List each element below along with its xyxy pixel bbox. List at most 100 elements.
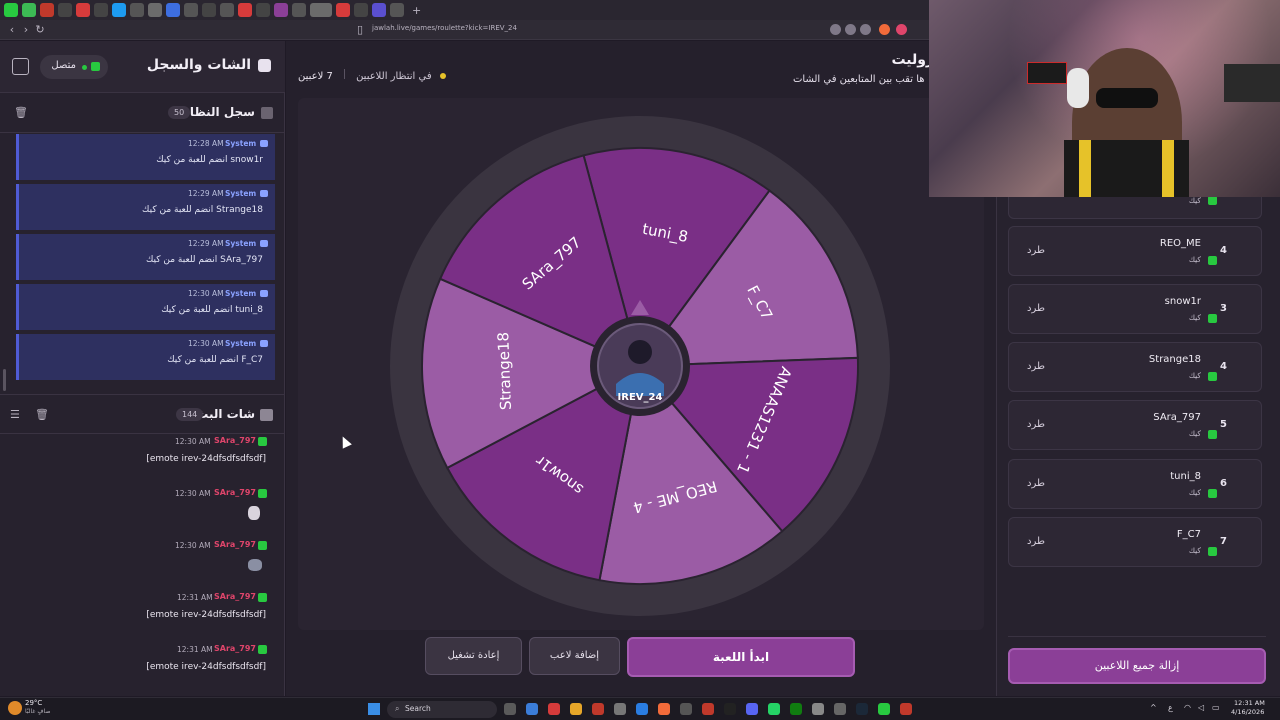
tab-favicon-icon[interactable] (58, 3, 72, 17)
app-icon[interactable] (636, 703, 648, 715)
message-username[interactable]: SAra_797 (214, 436, 256, 445)
player-name: Strange18 (1148, 354, 1201, 365)
tab-favicon-icon[interactable] (274, 3, 288, 17)
collapse-panel-icon[interactable] (12, 58, 29, 75)
kick-icon (258, 645, 267, 654)
app-icon[interactable] (614, 703, 626, 715)
emote-image (248, 506, 260, 520)
brave-shield-icon[interactable] (879, 24, 890, 35)
share-icon[interactable] (860, 24, 871, 35)
tab-favicon-icon[interactable] (220, 3, 234, 17)
scrollbar[interactable] (3, 369, 6, 391)
stream-chat-title: شات البث (196, 407, 255, 421)
kick-player-button[interactable]: طرد (1027, 536, 1045, 547)
tab-favicon-icon[interactable] (372, 3, 386, 17)
status-dot-icon (439, 73, 446, 79)
message-sender: System (225, 189, 257, 198)
weather-temp: 29°C (25, 699, 43, 707)
active-tab[interactable] (310, 3, 332, 17)
brave-rewards-icon[interactable] (896, 24, 907, 35)
whatsapp-icon[interactable] (768, 703, 780, 715)
start-game-button[interactable]: ابدأ اللعبة (627, 637, 855, 677)
tab-favicon-icon[interactable] (256, 3, 270, 17)
tab-favicon-icon[interactable] (148, 3, 162, 17)
xbox-icon[interactable] (790, 703, 802, 715)
tab-favicon-icon[interactable] (354, 3, 368, 17)
bookmark-icon[interactable]: ▯ (352, 22, 368, 38)
kick-icon (258, 593, 267, 602)
weather-icon[interactable] (8, 701, 22, 715)
add-player-button[interactable]: إضافة لاعب (529, 637, 620, 675)
message-text: F_C7 انضم للعبة من كيك (167, 355, 263, 365)
tab-favicon-icon[interactable] (238, 3, 252, 17)
chevron-up-icon[interactable]: ^ (1150, 703, 1157, 712)
chat-message: 12:30 AM SAra_797 (0, 539, 285, 589)
app-icon[interactable] (592, 703, 604, 715)
message-time: 12:30 AM (175, 437, 211, 446)
tab-favicon-icon[interactable] (202, 3, 216, 17)
clock-time[interactable]: 12:31 AM (1234, 699, 1265, 707)
translate-icon[interactable] (830, 24, 841, 35)
steam-icon[interactable] (856, 703, 868, 715)
tab-favicon-icon[interactable] (22, 3, 36, 17)
roulette-wheel[interactable]: tuni_8F_C7ANAAS1231 - 1REO_ME - 4snow1rS… (388, 114, 892, 618)
volume-icon[interactable]: ◁ (1198, 703, 1204, 712)
message-username[interactable]: SAra_797 (214, 540, 256, 549)
kick-player-button[interactable]: طرد (1027, 245, 1045, 256)
message-time: 12:29 AM (188, 189, 224, 198)
message-username[interactable]: SAra_797 (214, 644, 256, 653)
start-icon[interactable] (368, 703, 380, 715)
tab-favicon-icon[interactable] (112, 3, 126, 17)
url-field[interactable]: jawlah.live/games/roulette?kick=IREV_24 (372, 24, 517, 32)
battery-icon[interactable]: ▭ (1212, 703, 1220, 712)
tab-favicon-icon[interactable] (184, 3, 198, 17)
restart-button[interactable]: إعادة تشغيل (425, 637, 522, 675)
app-icon[interactable] (834, 703, 846, 715)
file-explorer-icon[interactable] (570, 703, 582, 715)
kick-icon (1208, 314, 1217, 323)
tab-favicon-icon[interactable] (40, 3, 54, 17)
kick-player-button[interactable]: طرد (1027, 419, 1045, 430)
task-view-icon[interactable] (504, 703, 516, 715)
app-icon[interactable] (878, 703, 890, 715)
clock-date[interactable]: 4/16/2026 (1231, 708, 1264, 716)
taskbar-search[interactable]: ⌕ Search (387, 701, 497, 718)
message-username[interactable]: SAra_797 (214, 488, 256, 497)
remove-all-players-button[interactable]: إزالة جميع اللاعبين (1008, 648, 1266, 684)
discord-icon[interactable] (746, 703, 758, 715)
filter-icon[interactable]: ☰ (10, 408, 20, 421)
message-username[interactable]: SAra_797 (214, 592, 256, 601)
message-text: snow1r انضم للعبة من كيك (156, 155, 263, 165)
app-icon[interactable] (724, 703, 736, 715)
reload-icon[interactable]: ↻ (32, 22, 48, 38)
tab-favicon-icon[interactable] (166, 3, 180, 17)
tab-favicon-kick-icon[interactable] (4, 3, 18, 17)
kick-player-button[interactable]: طرد (1027, 303, 1045, 314)
tab-favicon-icon[interactable] (336, 3, 350, 17)
app-icon[interactable] (680, 703, 692, 715)
brave-icon[interactable] (658, 703, 670, 715)
language-indicator[interactable]: ع (1168, 703, 1173, 712)
app-icon[interactable] (548, 703, 560, 715)
new-tab-button[interactable]: + (412, 4, 421, 17)
app-icon[interactable] (702, 703, 714, 715)
trash-icon[interactable]: 🗑 (14, 106, 28, 119)
tab-favicon-icon[interactable] (130, 3, 144, 17)
wifi-icon[interactable]: ◠ (1184, 703, 1191, 712)
headphones (1067, 68, 1089, 108)
kick-player-button[interactable]: طرد (1027, 361, 1045, 372)
zoom-icon[interactable] (845, 24, 856, 35)
app-icon[interactable] (812, 703, 824, 715)
app-icon[interactable] (526, 703, 538, 715)
info-icon (261, 107, 273, 119)
kick-player-button[interactable]: طرد (1027, 478, 1045, 489)
trash-icon[interactable]: 🗑 (35, 408, 49, 421)
app-icon[interactable] (900, 703, 912, 715)
tab-favicon-icon[interactable] (390, 3, 404, 17)
game-over-sign (1027, 62, 1067, 84)
bot-icon (260, 140, 268, 147)
tab-favicon-icon[interactable] (76, 3, 90, 17)
player-platform: كيك (1188, 429, 1201, 438)
tab-favicon-icon[interactable] (292, 3, 306, 17)
tab-favicon-icon[interactable] (94, 3, 108, 17)
